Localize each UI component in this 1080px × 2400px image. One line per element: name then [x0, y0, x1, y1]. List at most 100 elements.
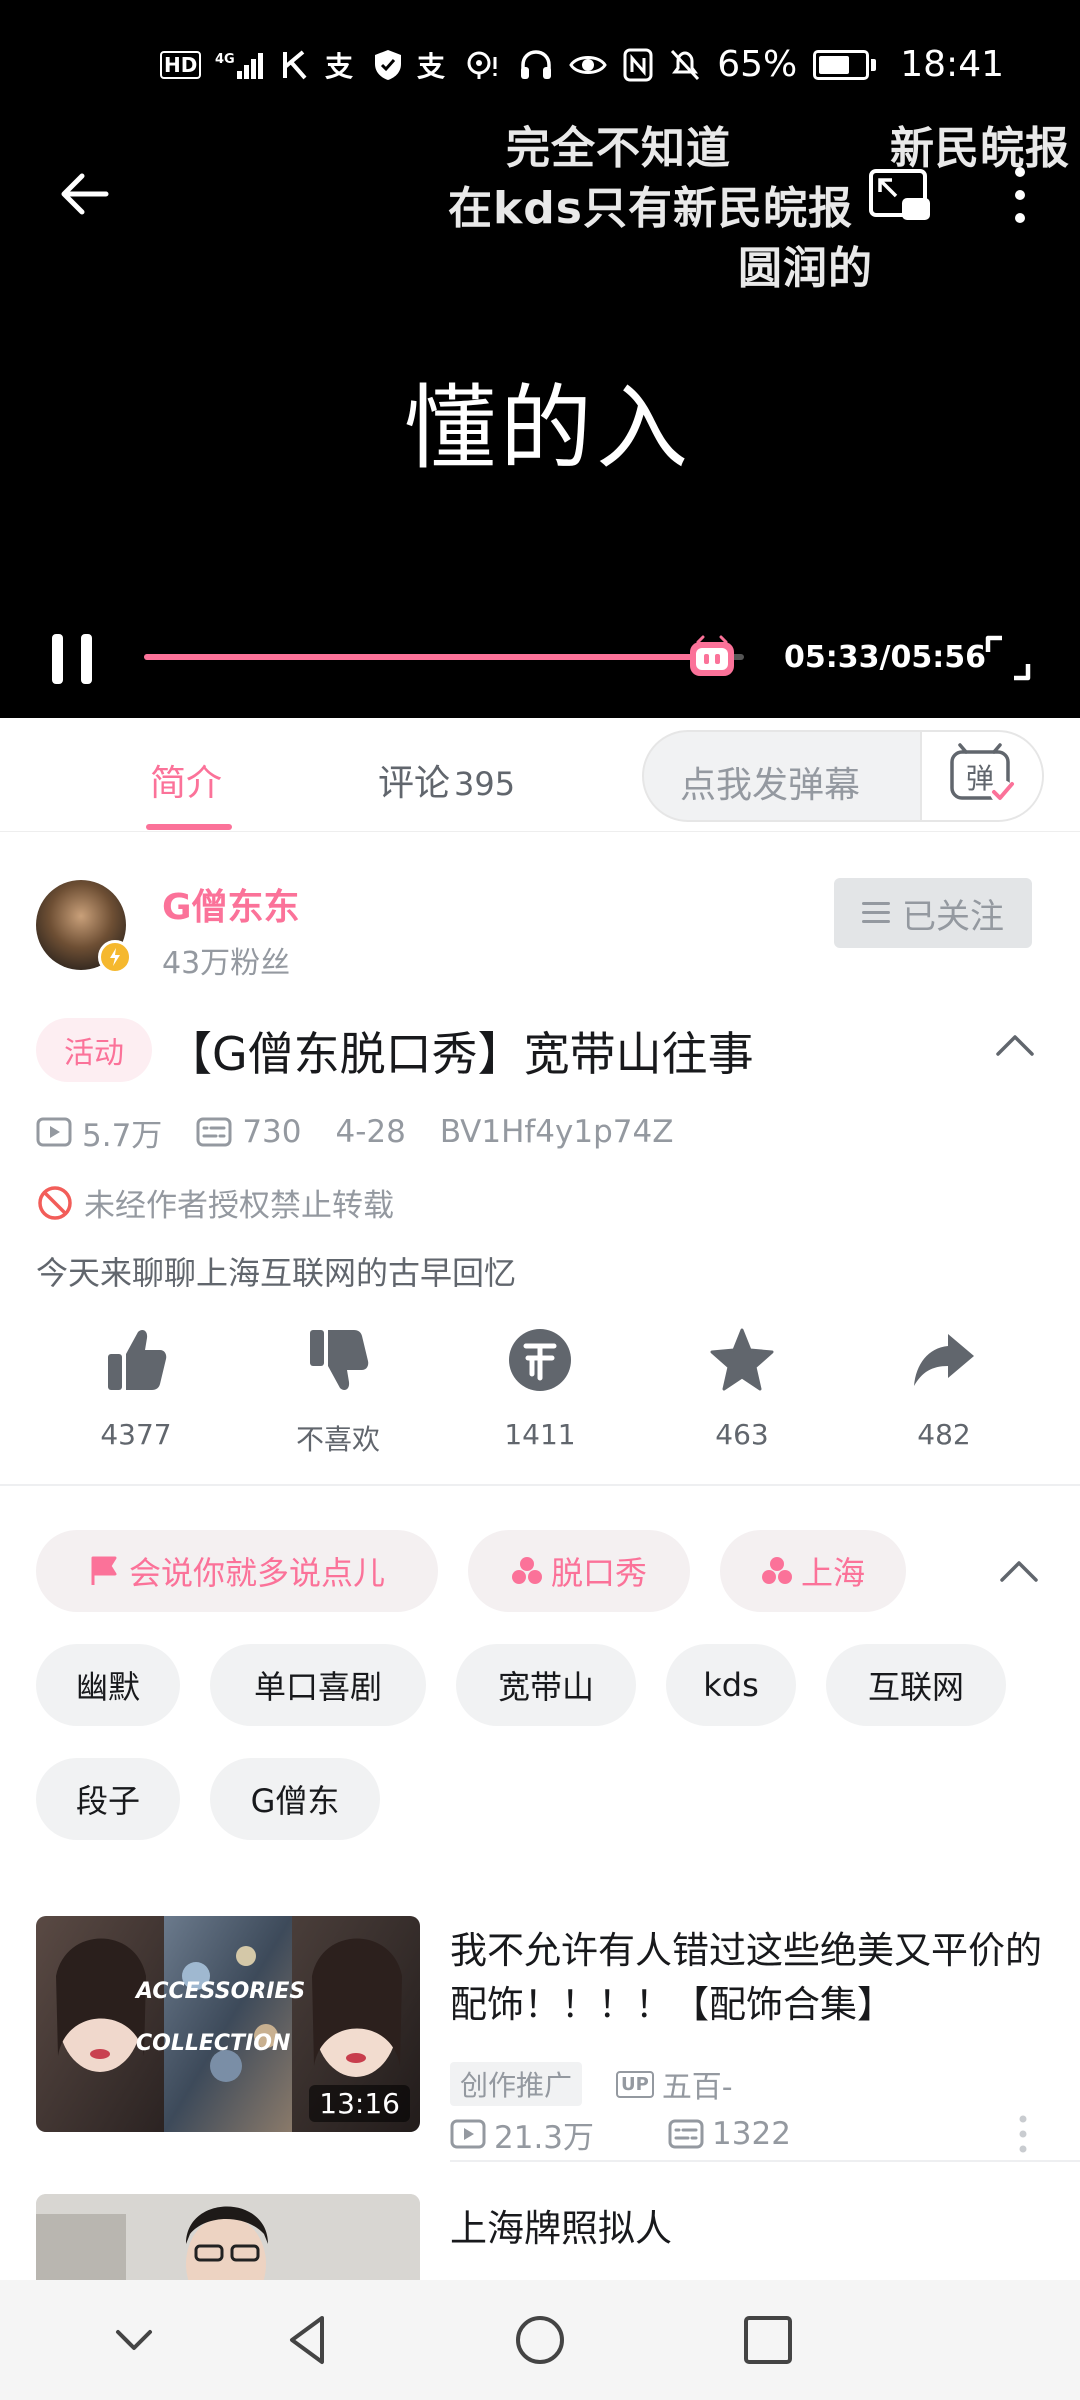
k-app-icon	[283, 50, 307, 80]
thumbnail-caption: ACCESSORIES	[134, 1979, 305, 2004]
activity-tag[interactable]: 活动	[36, 1018, 152, 1082]
home-circle-icon[interactable]	[510, 2310, 570, 2370]
svg-text:支: 支	[325, 50, 353, 81]
more-vertical-icon[interactable]	[1008, 164, 1032, 226]
coin-button[interactable]: 1411	[470, 1326, 610, 1456]
tab-comments-label: 评论	[378, 763, 451, 804]
tag[interactable]: 单口喜剧	[210, 1644, 426, 1726]
menu-lines-icon	[862, 902, 890, 924]
recommended-video[interactable]: ACCESSORIES COLLECTION 13:16 我不允许有人错过这些绝…	[36, 1916, 1044, 2156]
thumbnail-caption: COLLECTION	[136, 2031, 290, 2056]
like-count: 4377	[100, 1418, 172, 1451]
video-title: 【G僧东脱口秀】宽带山往事	[166, 1027, 754, 1081]
share-button[interactable]: 482	[874, 1326, 1014, 1456]
play-count-icon	[450, 2119, 486, 2149]
tag-activity[interactable]: 会说你就多说点儿	[36, 1530, 438, 1612]
star-icon	[710, 1328, 774, 1391]
picture-in-picture-icon[interactable]	[868, 168, 932, 224]
recommended-video-stats: 21.3万 1322	[450, 2112, 791, 2156]
video-subtitle: 懂的入	[404, 375, 693, 482]
recommended-danmaku-count: 1322	[712, 2116, 791, 2152]
uploader-name[interactable]: G僧东东	[162, 878, 300, 930]
fullscreen-icon[interactable]	[984, 634, 1032, 682]
share-icon	[914, 1334, 974, 1386]
bvid: BV1Hf4y1p74Z	[439, 1114, 674, 1150]
follow-button-label: 已关注	[902, 896, 1004, 937]
thumbs-up-icon	[108, 1330, 167, 1390]
status-left-icons: HD 4G 支 支	[160, 48, 501, 82]
share-count: 482	[917, 1418, 971, 1451]
tag[interactable]: 互联网	[826, 1644, 1006, 1726]
up-badge-icon: UP	[616, 2070, 654, 2098]
recents-square-icon[interactable]	[738, 2310, 798, 2370]
4g-signal-icon: 4G	[215, 52, 264, 79]
verified-badge-icon	[98, 940, 132, 974]
section-divider	[0, 1484, 1080, 1486]
location-icon	[467, 51, 497, 79]
progress-bar[interactable]	[144, 654, 744, 660]
back-arrow-icon[interactable]	[54, 164, 114, 224]
hd-icon: HD	[160, 51, 202, 79]
tab-comments[interactable]: 评论 395	[378, 754, 515, 806]
tag[interactable]: 段子	[36, 1758, 180, 1840]
dislike-button[interactable]: 不喜欢	[268, 1326, 408, 1456]
eye-icon	[569, 55, 607, 74]
channel-icon	[511, 1557, 542, 1584]
follow-button[interactable]: 已关注	[834, 878, 1032, 948]
dislike-label: 不喜欢	[295, 1423, 380, 1456]
more-vertical-icon[interactable]	[1018, 2114, 1028, 2154]
tag-label: 上海	[800, 1554, 865, 1592]
danmaku-count-icon	[196, 1117, 232, 1147]
tag[interactable]: 宽带山	[456, 1644, 636, 1726]
avatar[interactable]	[36, 880, 132, 974]
video-description: 今天来聊聊上海互联网的古早回忆	[36, 1254, 517, 1292]
danmaku-comment: 新民皖报	[890, 123, 1070, 174]
tag[interactable]: G僧东	[210, 1758, 380, 1840]
headphones-icon	[521, 49, 552, 79]
video-thumbnail[interactable]	[36, 2194, 420, 2280]
chevron-down-icon[interactable]	[104, 2310, 164, 2370]
recommended-video-title: 我不允许有人错过这些绝美又平价的配饰！！！！【配饰合集】	[450, 1929, 1042, 2026]
thumbs-down-icon	[310, 1330, 369, 1390]
danmaku-comment: 完全不知道	[506, 123, 731, 174]
video-player[interactable]: HD 4G 支 支 65% 18:41 完全不知道 新民皖报 在kds只有新民皖…	[0, 0, 1080, 718]
chevron-up-icon[interactable]	[998, 1556, 1040, 1586]
uploader-fans: 43万粉丝	[162, 946, 291, 981]
status-right-icons: 65% 18:41	[519, 44, 1004, 85]
tag-channel[interactable]: 脱口秀	[468, 1530, 690, 1612]
recommended-uploader-name: 五百-	[661, 2070, 733, 2105]
danmaku-toggle-button[interactable]: 弹	[920, 732, 1042, 820]
chevron-up-icon[interactable]	[994, 1030, 1036, 1060]
like-button[interactable]: 4377	[66, 1326, 206, 1456]
thumbnail-image	[36, 2194, 420, 2280]
tag-channel[interactable]: 上海	[720, 1530, 906, 1612]
publish-date: 4-28	[335, 1114, 406, 1150]
channel-icon	[761, 1557, 792, 1584]
flag-icon	[91, 1556, 117, 1585]
battery-percent: 65%	[717, 44, 798, 85]
recommended-video-title: 上海牌照拟人	[450, 2207, 672, 2250]
nfc-icon	[623, 48, 653, 81]
danmaku-count: 730	[242, 1114, 302, 1150]
tag[interactable]: 幽默	[36, 1644, 180, 1726]
system-navigation-bar	[0, 2280, 1080, 2400]
recommended-video[interactable]: 上海牌照拟人	[36, 2194, 1044, 2280]
danmaku-comment: 圆润的	[738, 243, 873, 294]
favorite-button[interactable]: 463	[672, 1326, 812, 1456]
progress-knob-icon[interactable]	[686, 634, 738, 680]
pause-icon[interactable]	[48, 632, 96, 686]
no-repost-icon	[38, 1185, 72, 1220]
tab-intro[interactable]: 简介	[150, 754, 222, 806]
danmaku-toggle-icon: 弹	[950, 743, 1014, 804]
video-thumbnail[interactable]: ACCESSORIES COLLECTION 13:16	[36, 1916, 420, 2132]
tag-label: 脱口秀	[550, 1554, 647, 1592]
coin-count: 1411	[504, 1418, 576, 1451]
back-triangle-icon[interactable]	[278, 2310, 338, 2370]
alipay-icon: 支	[325, 50, 353, 81]
tag[interactable]: kds	[666, 1644, 796, 1726]
alipay-icon: 支	[417, 50, 445, 81]
progress-fill	[144, 654, 713, 660]
battery-icon	[813, 49, 870, 80]
danmaku-input[interactable]: 点我发弹幕 弹	[642, 730, 1044, 822]
battery-nub	[871, 58, 877, 71]
